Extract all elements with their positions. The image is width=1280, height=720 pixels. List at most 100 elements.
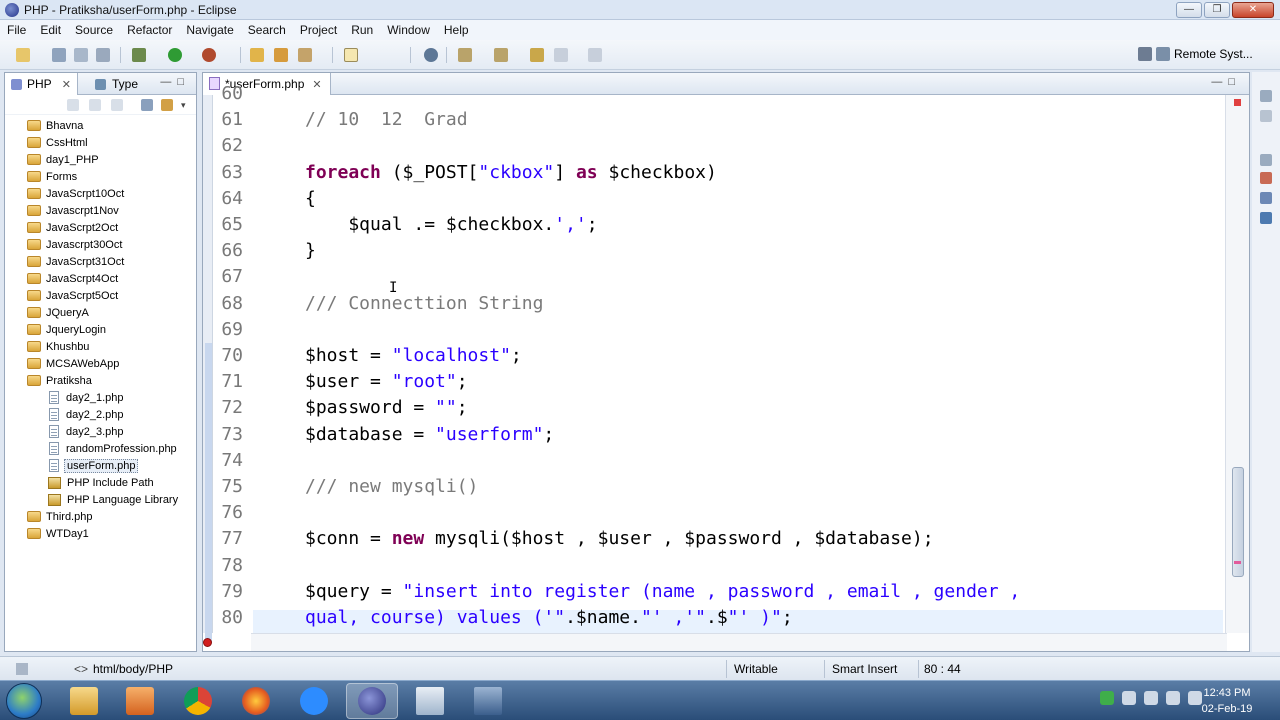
- menu-navigate[interactable]: Navigate: [179, 23, 240, 37]
- last-edit-icon[interactable]: [530, 48, 544, 62]
- menu-window[interactable]: Window: [380, 23, 437, 37]
- menu-project[interactable]: Project: [293, 23, 344, 37]
- error-overview-icon[interactable]: [1234, 99, 1241, 106]
- up-icon[interactable]: [111, 99, 123, 111]
- forward-icon[interactable]: [89, 99, 101, 111]
- tree-item[interactable]: day2_1.php: [47, 389, 126, 406]
- console-view-icon[interactable]: [1260, 212, 1272, 224]
- tree-item[interactable]: JqueryLogin: [27, 321, 108, 338]
- tree-item[interactable]: userForm.php: [47, 457, 139, 474]
- maximize-button[interactable]: ❐: [1204, 2, 1230, 18]
- tree-item[interactable]: JavaScrpt31Oct: [27, 253, 126, 270]
- tree-item[interactable]: JQueryA: [27, 304, 91, 321]
- tree-item[interactable]: JavaScrpt4Oct: [27, 270, 120, 287]
- toggle-mark-icon[interactable]: [344, 48, 358, 62]
- next-annotation-icon[interactable]: [458, 48, 472, 62]
- code-line[interactable]: }: [305, 238, 316, 264]
- menu-search[interactable]: Search: [241, 23, 293, 37]
- tree-item[interactable]: Javascrpt1Nov: [27, 202, 121, 219]
- tree-item[interactable]: Third.php: [27, 508, 94, 525]
- minimize-button[interactable]: —: [1176, 2, 1202, 18]
- overview-marker[interactable]: [1234, 561, 1241, 564]
- tray-battery-icon[interactable]: [1166, 691, 1180, 705]
- code-line[interactable]: qual, course) values ('".$name."' ,'".$"…: [305, 605, 793, 631]
- tree-item[interactable]: Pratiksha: [27, 372, 94, 389]
- taskbar-explorer[interactable]: [58, 683, 110, 719]
- tree-item[interactable]: Forms: [27, 168, 79, 185]
- code-line[interactable]: $conn = new mysqli($host , $user , $pass…: [305, 526, 934, 552]
- network-icon[interactable]: [1122, 691, 1136, 705]
- taskbar-eclipse[interactable]: [346, 683, 398, 719]
- vertical-scrollbar[interactable]: [1225, 95, 1249, 633]
- tree-item[interactable]: Khushbu: [27, 338, 91, 355]
- tree-item[interactable]: JavaScrpt5Oct: [27, 287, 120, 304]
- menu-run[interactable]: Run: [344, 23, 380, 37]
- code-area[interactable]: // 10 12 Grad foreach ($_POST["ckbox"] as…: [253, 95, 1223, 633]
- open-type-icon[interactable]: [250, 48, 264, 62]
- back-icon[interactable]: [67, 99, 79, 111]
- code-line[interactable]: {: [305, 186, 316, 212]
- menu-help[interactable]: Help: [437, 23, 476, 37]
- print-icon[interactable]: [96, 48, 110, 62]
- tree-item[interactable]: PHP Language Library: [47, 491, 180, 508]
- tray-app-icon[interactable]: [1100, 691, 1114, 705]
- code-line[interactable]: $qual .= $checkbox.',';: [305, 212, 597, 238]
- code-line[interactable]: $host = "localhost";: [305, 343, 522, 369]
- tree-item[interactable]: day2_3.php: [47, 423, 126, 440]
- menu-source[interactable]: Source: [68, 23, 120, 37]
- tray-flag-icon[interactable]: [1144, 691, 1158, 705]
- tree-item[interactable]: JavaScrpt2Oct: [27, 219, 120, 236]
- taskbar-calculator[interactable]: [462, 683, 514, 719]
- menu-edit[interactable]: Edit: [33, 23, 68, 37]
- run-icon[interactable]: [168, 48, 182, 62]
- code-line[interactable]: // 10 12 Grad: [305, 107, 468, 133]
- open-resource-icon[interactable]: [274, 48, 288, 62]
- menu-file[interactable]: File: [0, 23, 33, 37]
- outline-view-icon[interactable]: [1260, 110, 1272, 122]
- tree-item[interactable]: randomProfession.php: [47, 440, 179, 457]
- tree-item[interactable]: MCSAWebApp: [27, 355, 121, 372]
- fast-view-icon[interactable]: [16, 663, 28, 675]
- new-icon[interactable]: [16, 48, 30, 62]
- tree-item[interactable]: JavaScrpt10Oct: [27, 185, 126, 202]
- code-line[interactable]: $user = "root";: [305, 369, 468, 395]
- menu-refactor[interactable]: Refactor: [120, 23, 179, 37]
- code-line[interactable]: $query = "insert into register (name , p…: [305, 579, 1020, 605]
- prev-annotation-icon[interactable]: [494, 48, 508, 62]
- tree-item[interactable]: WTDay1: [27, 525, 91, 542]
- tree-item[interactable]: day2_2.php: [47, 406, 126, 423]
- tasks-view-icon[interactable]: [1260, 192, 1272, 204]
- collapse-all-icon[interactable]: [141, 99, 153, 111]
- code-line[interactable]: /// new mysqli(): [305, 474, 478, 500]
- tab-type[interactable]: Type: [89, 73, 144, 95]
- tab-php[interactable]: PHP ✕: [5, 73, 78, 95]
- problems-view-icon[interactable]: [1260, 172, 1272, 184]
- tree-item[interactable]: PHP Include Path: [47, 474, 156, 491]
- tree-item[interactable]: Bhavna: [27, 117, 85, 134]
- debug-icon[interactable]: [132, 48, 146, 62]
- minimize-maximize-icon[interactable]: —□: [160, 76, 190, 88]
- tree-item[interactable]: day1_PHP: [27, 151, 101, 168]
- tree-item[interactable]: Javascrpt30Oct: [27, 236, 124, 253]
- link-editor-icon[interactable]: [161, 99, 173, 111]
- perspective-switcher[interactable]: Remote Syst...: [1138, 47, 1253, 61]
- start-button[interactable]: [6, 683, 42, 719]
- close-button[interactable]: ✕: [1232, 2, 1274, 18]
- forward-icon[interactable]: [588, 48, 602, 62]
- taskbar-notepad[interactable]: [404, 683, 456, 719]
- taskbar-chrome[interactable]: [172, 683, 224, 719]
- search-icon[interactable]: [298, 48, 312, 62]
- code-line[interactable]: /// Connecttion String: [305, 291, 543, 317]
- taskbar-media-player[interactable]: [114, 683, 166, 719]
- save-all-icon[interactable]: [74, 48, 88, 62]
- close-icon[interactable]: ✕: [62, 78, 71, 91]
- globe-icon[interactable]: [424, 48, 438, 62]
- external-tools-icon[interactable]: [202, 48, 216, 62]
- open-perspective-icon[interactable]: [1138, 47, 1152, 61]
- minimize-maximize-icon[interactable]: —□: [1211, 76, 1241, 88]
- system-clock[interactable]: 12:43 PM 02-Feb-19: [1196, 685, 1258, 717]
- code-line[interactable]: $database = "userform";: [305, 422, 554, 448]
- restore-icon[interactable]: [1260, 90, 1272, 102]
- view-menu-icon[interactable]: ▾: [181, 99, 193, 111]
- taskbar-firefox[interactable]: [230, 683, 282, 719]
